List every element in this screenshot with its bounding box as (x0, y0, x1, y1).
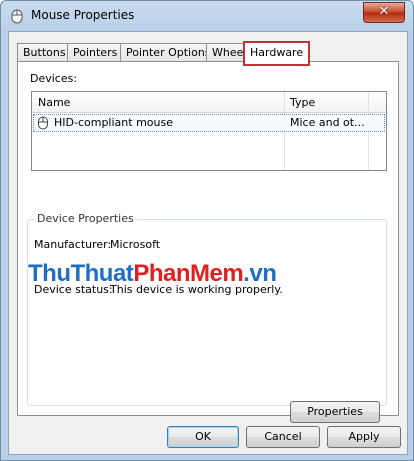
device-name: HID-compliant mouse (54, 116, 173, 129)
apply-button[interactable]: Apply (327, 426, 401, 448)
device-list[interactable]: Name Type HID-compliant mouse Mice and o… (31, 91, 387, 171)
column-header-name[interactable]: Name (38, 96, 70, 109)
tab-hardware[interactable]: Hardware (243, 41, 311, 66)
group-label: Device Properties (34, 212, 137, 225)
column-header-type[interactable]: Type (290, 96, 315, 109)
device-type: Mice and ot... (290, 116, 365, 129)
list-item[interactable]: HID-compliant mouse Mice and ot... (33, 114, 385, 132)
cancel-button[interactable]: Cancel (246, 426, 320, 448)
close-button[interactable]: ✕ (363, 2, 405, 23)
mouse-properties-window: Mouse Properties ✕ Buttons Pointers Poin… (0, 0, 414, 461)
tab-buttons[interactable]: Buttons (17, 43, 72, 61)
manufacturer-value: Microsoft (110, 238, 161, 251)
dialog-client-area: Buttons Pointers Pointer Options Wheel H… (8, 31, 408, 455)
tab-pointers[interactable]: Pointers (67, 43, 124, 61)
devices-label: Devices: (30, 72, 78, 85)
ok-button[interactable]: OK (167, 426, 239, 448)
properties-button[interactable]: Properties (290, 401, 380, 423)
window-title: Mouse Properties (31, 8, 135, 22)
title-bar[interactable]: Mouse Properties ✕ (1, 1, 413, 31)
list-header: Name Type (32, 92, 386, 113)
tab-pointer-options[interactable]: Pointer Options (120, 43, 217, 61)
status-label: Device status: (34, 283, 113, 296)
mouse-icon (38, 116, 48, 130)
status-value: This device is working properly. (110, 283, 283, 296)
device-properties-group: Device Properties Manufacturer: Microsof… (27, 212, 387, 423)
close-icon: ✕ (378, 4, 390, 19)
mouse-app-icon (11, 9, 23, 24)
manufacturer-label: Manufacturer: (34, 238, 112, 251)
hardware-tab-panel: Devices: Name Type HID-compliant mouse M… (17, 61, 399, 423)
